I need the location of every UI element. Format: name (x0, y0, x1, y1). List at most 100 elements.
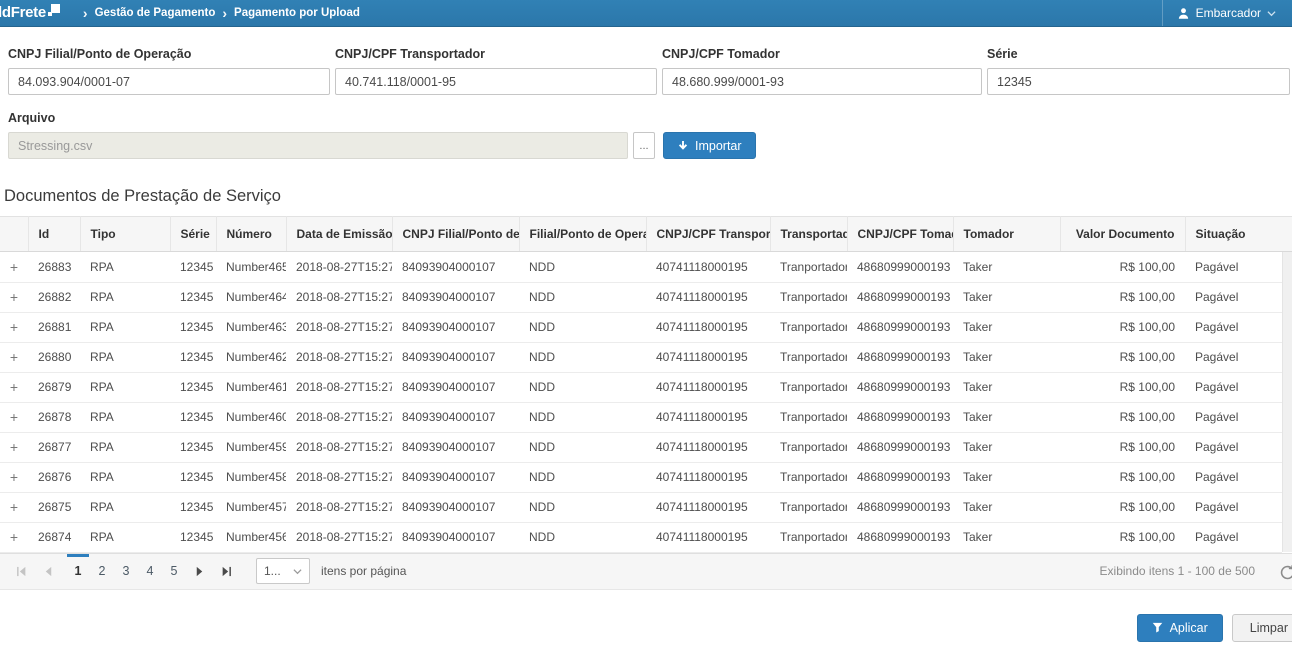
expand-cell: + (0, 372, 28, 402)
clear-button[interactable]: Limpar (1232, 614, 1292, 642)
cell-cnpj_filial: 84093904000107 (392, 492, 519, 522)
pager-last-button[interactable] (213, 554, 240, 589)
cell-tomador: Taker (953, 252, 1060, 282)
apply-button[interactable]: Aplicar (1137, 614, 1223, 642)
col-header-situacao[interactable]: Situação (1185, 217, 1292, 252)
cnpj-transportador-input[interactable] (335, 68, 657, 95)
breadcrumb: › Gestão de Pagamento › Pagamento por Up… (76, 6, 360, 20)
expand-row-icon[interactable]: + (10, 439, 18, 455)
user-menu-label: Embarcador (1196, 6, 1261, 20)
cell-cnpj_tomador: 48680999000193 (847, 432, 953, 462)
table-body: +26883RPA12345Number4652018-08-27T15:27:… (0, 252, 1282, 552)
cell-cnpj_filial: 84093904000107 (392, 282, 519, 312)
cell-numero: Number464 (216, 282, 286, 312)
cell-tipo: RPA (80, 372, 170, 402)
field-cnpj-transportador: CNPJ/CPF Transportador (335, 47, 657, 95)
cnpj-filial-input[interactable] (8, 68, 330, 95)
app-logo[interactable]: ddFrete (0, 1, 60, 25)
pager-next-button[interactable] (186, 554, 213, 589)
cell-transportador: Tranportador 1 (770, 462, 847, 492)
pager-page-2[interactable]: 2 (90, 554, 114, 589)
cell-situacao: Pagável (1185, 462, 1282, 492)
dropdown-chevron-icon (293, 568, 302, 575)
col-header-tipo[interactable]: Tipo (80, 217, 170, 252)
col-header-numero[interactable]: Número (216, 217, 286, 252)
cell-tipo: RPA (80, 522, 170, 552)
expand-row-icon[interactable]: + (10, 529, 18, 545)
col-header-transportador[interactable]: Transportador (770, 217, 847, 252)
cell-data_emissao: 2018-08-27T15:27:49.36 (286, 492, 392, 522)
cell-tipo: RPA (80, 492, 170, 522)
expand-cell: + (0, 282, 28, 312)
col-header-data-emissao[interactable]: Data de Emissão↓ (286, 217, 392, 252)
cell-cnpj_transportador: 40741118000195 (646, 492, 770, 522)
col-header-cnpj-transportador[interactable]: CNPJ/CPF Transportador (646, 217, 770, 252)
col-header-tomador[interactable]: Tomador (953, 217, 1060, 252)
table-row: +26883RPA12345Number4652018-08-27T15:27:… (0, 252, 1282, 282)
cell-transportador: Tranportador 1 (770, 402, 847, 432)
cell-data_emissao: 2018-08-27T15:27:51.517 (286, 252, 392, 282)
user-icon (1177, 7, 1190, 20)
import-button[interactable]: Importar (663, 132, 756, 159)
cell-cnpj_transportador: 40741118000195 (646, 252, 770, 282)
cell-situacao: Pagável (1185, 282, 1282, 312)
col-header-cnpj-filial[interactable]: CNPJ Filial/Ponto de Operaç... (392, 217, 519, 252)
expand-row-icon[interactable]: + (10, 319, 18, 335)
field-serie: Série (987, 47, 1290, 95)
expand-row-icon[interactable]: + (10, 379, 18, 395)
pager-prev-button[interactable] (35, 554, 62, 589)
cell-tomador: Taker (953, 282, 1060, 312)
col-header-cnpj-tomador[interactable]: CNPJ/CPF Tomador (847, 217, 953, 252)
cell-situacao: Pagável (1185, 492, 1282, 522)
col-header-filial[interactable]: Filial/Ponto de Operação (519, 217, 646, 252)
serie-input[interactable] (987, 68, 1290, 95)
cnpj-tomador-input[interactable] (662, 68, 982, 95)
cell-valor_documento: R$ 100,00 (1060, 462, 1185, 492)
col-header-serie[interactable]: Série (170, 217, 216, 252)
cell-numero: Number465 (216, 252, 286, 282)
expand-row-icon[interactable]: + (10, 349, 18, 365)
pager-page-5[interactable]: 5 (162, 554, 186, 589)
cell-tomador: Taker (953, 402, 1060, 432)
col-header-valor[interactable]: Valor Documento (1060, 217, 1185, 252)
import-icon (677, 140, 689, 152)
cell-filial: NDD (519, 312, 646, 342)
cell-id: 26881 (28, 312, 80, 342)
breadcrumb-chevron-icon: › (83, 6, 88, 20)
expand-row-icon[interactable]: + (10, 289, 18, 305)
expand-row-icon[interactable]: + (10, 409, 18, 425)
expand-row-icon[interactable]: + (10, 499, 18, 515)
app-logo-text: ddFrete (0, 1, 46, 25)
cell-situacao: Pagável (1185, 342, 1282, 372)
expand-cell: + (0, 342, 28, 372)
pager-first-icon (16, 566, 27, 577)
cell-tipo: RPA (80, 342, 170, 372)
expand-cell: + (0, 432, 28, 462)
user-menu[interactable]: Embarcador (1162, 0, 1292, 26)
expand-row-icon[interactable]: + (10, 259, 18, 275)
pager-page-3[interactable]: 3 (114, 554, 138, 589)
field-cnpj-filial: CNPJ Filial/Ponto de Operação (8, 47, 330, 95)
pager-first-button[interactable] (8, 554, 35, 589)
pager-page-4[interactable]: 4 (138, 554, 162, 589)
pager-page-1[interactable]: 1 (66, 554, 90, 589)
breadcrumb-item-gestao[interactable]: Gestão de Pagamento (95, 7, 216, 19)
col-header-id[interactable]: Id (28, 217, 80, 252)
cell-data_emissao: 2018-08-27T15:27:50.727 (286, 342, 392, 372)
cell-filial: NDD (519, 372, 646, 402)
cell-id: 26882 (28, 282, 80, 312)
page-size-dropdown[interactable]: 1... (256, 558, 310, 584)
cell-tipo: RPA (80, 432, 170, 462)
cell-numero: Number460 (216, 402, 286, 432)
breadcrumb-item-upload[interactable]: Pagamento por Upload (234, 7, 360, 19)
browse-file-button[interactable]: ... (633, 132, 655, 159)
expand-row-icon[interactable]: + (10, 469, 18, 485)
cell-tipo: RPA (80, 312, 170, 342)
table-row: +26879RPA12345Number4612018-08-27T15:27:… (0, 372, 1282, 402)
cell-serie: 12345 (170, 492, 216, 522)
arquivo-label: Arquivo (8, 111, 1292, 125)
refresh-icon[interactable] (1279, 564, 1292, 584)
cell-filial: NDD (519, 432, 646, 462)
cell-cnpj_filial: 84093904000107 (392, 312, 519, 342)
vertical-scrollbar[interactable] (1282, 252, 1292, 552)
